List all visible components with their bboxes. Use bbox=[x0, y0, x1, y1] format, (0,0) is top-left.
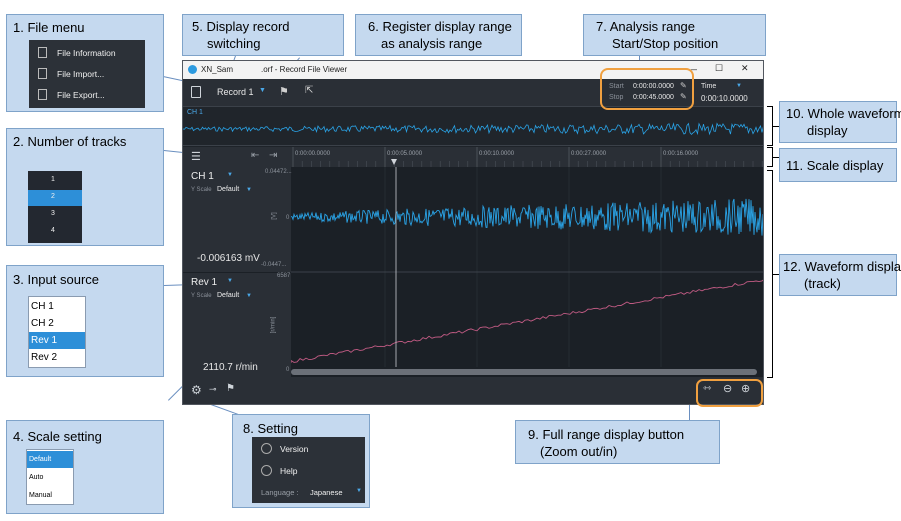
tracks-menu-popup: 1 2 3 4 bbox=[28, 171, 82, 243]
file-info-icon bbox=[38, 47, 47, 58]
time-scale: 0:00:00.0000 0:00:05.0000 0:00:10.0000 0:00… bbox=[292, 147, 763, 167]
maximize-button[interactable]: ☐ bbox=[715, 63, 723, 74]
scale-left-panel: ☰ ⇤ ⇥ bbox=[183, 147, 291, 167]
callout-number-of-tracks: 2. Number of tracks 1 2 3 4 bbox=[6, 128, 164, 246]
waveform-tracks: CH 1 ▼ Y Scale Default ▼ -0.006163 mV 0.… bbox=[183, 167, 763, 377]
track1-yscale-select[interactable]: Default bbox=[217, 186, 239, 193]
track1-cursor-value: -0.006163 mV bbox=[197, 253, 260, 264]
tracks-option-4[interactable]: 4 bbox=[28, 224, 82, 240]
track2-yscale-select[interactable]: Default bbox=[217, 292, 239, 299]
settings-gear-icon[interactable]: ⚙ bbox=[191, 383, 202, 397]
horizontal-scrollbar[interactable] bbox=[291, 369, 757, 375]
tracks-option-2[interactable]: 2 bbox=[28, 190, 82, 206]
cursor-marker bbox=[391, 159, 397, 165]
callout-full-range: 9. Full range display button (Zoom out/i… bbox=[515, 420, 720, 464]
record-dropdown-icon[interactable]: ▼ bbox=[259, 87, 266, 94]
scale-tick-label: 0:00:27.0000 bbox=[571, 151, 607, 157]
scale-option-manual[interactable]: Manual bbox=[27, 487, 73, 504]
language-dropdown-icon: ▼ bbox=[356, 488, 362, 494]
scale-option-default[interactable]: Default bbox=[27, 451, 73, 468]
menu-item-file-information[interactable]: File Information bbox=[29, 45, 145, 61]
callout-register-range: 6. Register display range as analysis ra… bbox=[355, 14, 522, 56]
input-option-rev1[interactable]: Rev 1 bbox=[29, 332, 85, 349]
bottom-tool-icon-2[interactable]: ⚑ bbox=[226, 383, 235, 394]
rev1-waveform bbox=[291, 279, 763, 363]
bottom-bar: ⚙ ⊸ ⚑ ⇿ ⊖ ⊕ bbox=[183, 377, 763, 404]
input-source-list: CH 1 CH 2 Rev 1 Rev 2 bbox=[28, 296, 86, 368]
input-option-ch1[interactable]: CH 1 bbox=[29, 298, 85, 315]
record-file-viewer-window: XN_Sam .orf - Record File Viewer — ☐ ✕ R… bbox=[182, 60, 764, 405]
tracks-option-1[interactable]: 1 bbox=[28, 173, 82, 189]
scale-tick-label: 0:00:16.0000 bbox=[663, 151, 699, 157]
register-range-icon[interactable]: ⇱ bbox=[305, 85, 313, 96]
scale-tick-label: 0:00:05.0000 bbox=[387, 151, 423, 157]
track2-dropdown-icon[interactable]: ▼ bbox=[227, 278, 233, 284]
help-icon bbox=[261, 465, 272, 476]
time-mode-select[interactable]: Time bbox=[701, 83, 716, 90]
time-span-value[interactable]: 0:00:10.0000 bbox=[701, 94, 748, 103]
callout-scale-display: 11. Scale display bbox=[779, 148, 897, 182]
track2-source-select[interactable]: Rev 1 bbox=[191, 277, 217, 288]
whole-waveform-display[interactable]: CH 1 bbox=[183, 106, 763, 146]
callout-display-record: 5. Display record switching bbox=[182, 14, 344, 56]
ch1-waveform bbox=[291, 198, 763, 236]
overview-waveform bbox=[183, 122, 763, 136]
flag-icon[interactable]: ⚑ bbox=[279, 85, 289, 98]
scale-tick-label: 0:00:10.0000 bbox=[479, 151, 515, 157]
scale-tick-label: 0:00:00.0000 bbox=[295, 151, 331, 157]
callout-setting: 8. Setting Version Help Language : Japan… bbox=[232, 414, 370, 508]
track2-yscale-dropdown-icon[interactable]: ▼ bbox=[246, 293, 252, 299]
tracks-option-3[interactable]: 3 bbox=[28, 207, 82, 223]
track1-source-select[interactable]: CH 1 bbox=[191, 171, 214, 182]
callout-scale-setting: 4. Scale setting Default Auto Manual bbox=[6, 420, 164, 514]
zoom-buttons-highlight bbox=[696, 379, 763, 407]
scroll-left-icon[interactable]: ⇤ bbox=[251, 150, 259, 161]
menu-item-help[interactable]: Help bbox=[252, 463, 365, 479]
callout-whole-waveform: 10. Whole waveform display bbox=[779, 101, 901, 143]
app-logo-icon bbox=[188, 65, 197, 74]
track2-cursor-value: 2110.7 r/min bbox=[203, 362, 258, 373]
scale-setting-list: Default Auto Manual bbox=[26, 449, 74, 505]
callout-analysis-range: 7. Analysis range Start/Stop position bbox=[583, 14, 766, 56]
close-button[interactable]: ✕ bbox=[741, 63, 749, 74]
track1-dropdown-icon[interactable]: ▼ bbox=[227, 172, 233, 178]
menu-item-file-import[interactable]: File Import... bbox=[29, 66, 145, 82]
input-option-ch2[interactable]: CH 2 bbox=[29, 315, 85, 332]
bottom-tool-icon-1[interactable]: ⊸ bbox=[209, 384, 217, 395]
file-menu-icon[interactable] bbox=[191, 86, 201, 98]
scroll-right-icon[interactable]: ⇥ bbox=[269, 150, 277, 161]
info-icon bbox=[261, 443, 272, 454]
file-import-icon bbox=[38, 68, 47, 79]
setting-menu-popup: Version Help Language : Japanese ▼ bbox=[252, 437, 365, 503]
callout-title: 1. File menu bbox=[13, 20, 85, 35]
time-dropdown-icon[interactable]: ▼ bbox=[736, 83, 742, 89]
track1-yscale-dropdown-icon[interactable]: ▼ bbox=[246, 187, 252, 193]
menu-item-file-export[interactable]: File Export... bbox=[29, 87, 145, 103]
callout-input-source: 3. Input source CH 1 CH 2 Rev 1 Rev 2 bbox=[6, 265, 164, 377]
file-export-icon bbox=[38, 89, 47, 100]
record-selector[interactable]: Record 1 bbox=[217, 87, 254, 97]
waveform-plot-area[interactable] bbox=[291, 167, 764, 377]
track-count-icon[interactable]: ☰ bbox=[191, 150, 201, 163]
language-selector[interactable]: Language : Japanese ▼ bbox=[252, 485, 365, 499]
scale-option-auto[interactable]: Auto bbox=[27, 469, 73, 486]
input-option-rev2[interactable]: Rev 2 bbox=[29, 349, 85, 366]
file-menu-popup: File Information File Import... File Exp… bbox=[29, 40, 145, 108]
callout-file-menu: 1. File menu File Information File Impor… bbox=[6, 14, 164, 112]
callout-waveform-display: 12. Waveform display (track) bbox=[779, 254, 901, 296]
menu-item-version[interactable]: Version bbox=[252, 441, 365, 457]
scale-display: ☰ ⇤ ⇥ 0:00:00.0000 0:00:05.0000 0:00:10.00… bbox=[183, 147, 763, 167]
overview-trace bbox=[183, 122, 763, 136]
analysis-range-highlight bbox=[600, 68, 694, 110]
